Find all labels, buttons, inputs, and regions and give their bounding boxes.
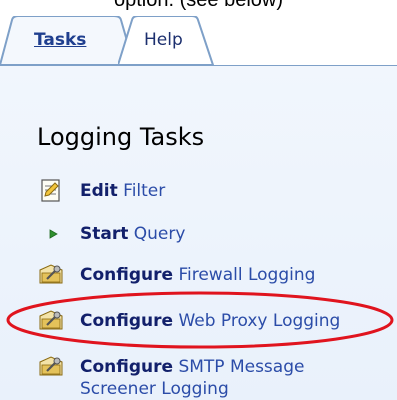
play-arrow-icon (49, 229, 58, 239)
configure-icon (39, 356, 63, 376)
task-object: Firewall Logging (178, 265, 316, 285)
task-object: SMTP Message (178, 357, 305, 377)
task-object: Web Proxy Logging (178, 311, 341, 331)
task-verb: Configure (80, 311, 174, 331)
task-object: Query (133, 224, 186, 244)
tab-bar: Tasks Help (0, 10, 397, 67)
tab-tasks[interactable]: Tasks (34, 30, 86, 50)
task-object: Filter (123, 181, 166, 201)
task-verb: Start (80, 224, 129, 244)
task-verb: Configure (80, 265, 174, 285)
tab-help[interactable]: Help (144, 30, 183, 50)
task-verb: Edit (80, 181, 118, 201)
configure-icon (39, 310, 63, 330)
task-verb: Configure (80, 357, 174, 377)
edit-filter-icon (41, 179, 60, 202)
task-object-line2: Screener Logging (80, 379, 229, 399)
configure-icon (39, 264, 63, 284)
section-heading: Logging Tasks (37, 123, 205, 151)
